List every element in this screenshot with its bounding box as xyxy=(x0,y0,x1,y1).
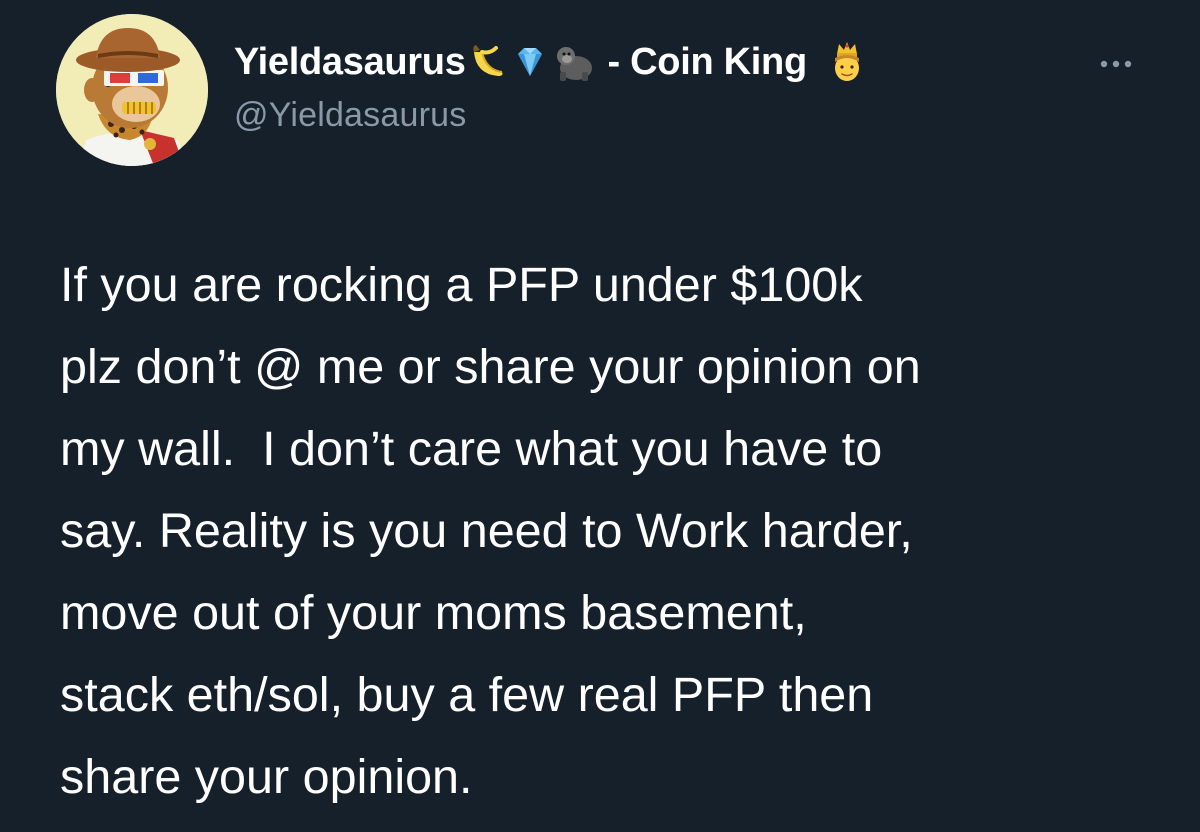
tweet-text-line: move out of your moms basement, xyxy=(60,586,807,640)
gem-icon xyxy=(510,42,550,82)
tweet: Yieldasaurus - Coin King @Yieldasaurus I… xyxy=(0,0,1200,832)
tweet-text-line: stack eth/sol, buy a few real PFP then xyxy=(60,668,874,722)
tweet-text-line: share your opinion. xyxy=(60,750,473,804)
tweet-text: If you are rocking a PFP under $100k plz … xyxy=(60,244,1170,818)
tweet-text-line: say. Reality is you need to Work harder, xyxy=(60,504,913,558)
author-name-suffix: - Coin King xyxy=(607,40,808,83)
tweet-text-line: plz don’t @ me or share your opinion on xyxy=(60,340,921,394)
gorilla-icon xyxy=(552,42,596,82)
tweet-text-line: If you are rocking a PFP under $100k xyxy=(60,258,863,312)
author-name-row[interactable]: Yieldasaurus - Coin King xyxy=(234,34,867,90)
author-display-name[interactable]: Yieldasaurus xyxy=(234,41,466,84)
crown-person-icon xyxy=(827,40,867,84)
author-handle[interactable]: @Yieldasaurus xyxy=(234,96,466,135)
banana-icon xyxy=(468,42,508,82)
bored-ape-avatar-icon xyxy=(56,14,208,166)
avatar[interactable] xyxy=(56,14,208,166)
ellipsis-icon xyxy=(1100,60,1132,68)
tweet-text-line: my wall. I don’t care what you have to xyxy=(60,422,883,476)
more-options-button[interactable] xyxy=(1090,46,1142,82)
